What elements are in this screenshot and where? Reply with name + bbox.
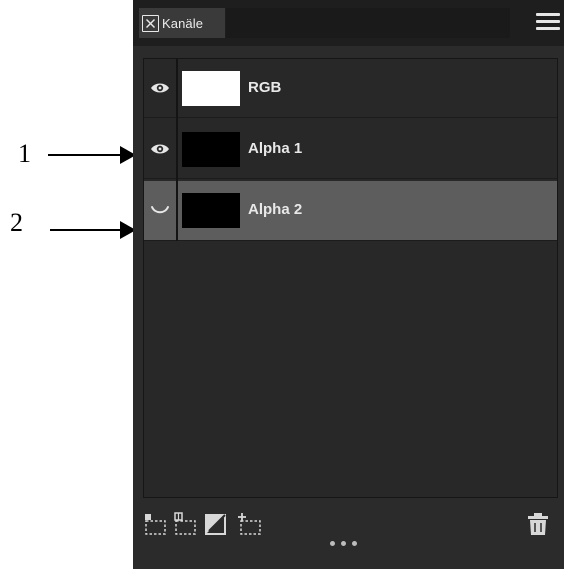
channel-label: RGB: [248, 79, 282, 96]
channel-list: RGB Alpha 1 Alpha 2: [143, 58, 558, 498]
channels-panel: Kanäle RGB Alpha 1 Alpha 2: [133, 0, 564, 569]
eye-icon[interactable]: [150, 81, 170, 95]
save-selection-as-channel-icon[interactable]: [173, 512, 199, 536]
load-channel-as-selection-icon[interactable]: [143, 512, 169, 536]
eye-closed-icon[interactable]: [150, 203, 170, 217]
channel-label: Alpha 2: [248, 201, 303, 218]
new-channel-icon[interactable]: [237, 512, 263, 536]
tab-kanaele[interactable]: Kanäle: [139, 8, 225, 38]
close-box-icon[interactable]: [142, 14, 159, 32]
channel-row-alpha-1[interactable]: Alpha 1: [144, 120, 557, 179]
channel-thumbnail: [182, 71, 240, 106]
channel-mixer-icon[interactable]: [203, 512, 229, 536]
visibility-column-divider: [176, 59, 178, 241]
tab-label: Kanäle: [162, 15, 204, 31]
callout-arrow-2: [50, 221, 136, 239]
panel-footer: [133, 500, 564, 569]
screenshot-stage: 1 2 Kanäle RGB Alpha 1 Alpha 2: [0, 0, 577, 569]
trash-icon[interactable]: [527, 512, 549, 536]
eye-icon[interactable]: [150, 142, 170, 156]
channel-row-rgb[interactable]: RGB: [144, 59, 557, 118]
panel-resize-handle[interactable]: [330, 541, 357, 546]
panel-tab-bar: Kanäle: [133, 0, 564, 46]
callout-number-1: 1: [18, 139, 31, 168]
hamburger-menu-icon[interactable]: [536, 12, 560, 32]
tab-bar-empty-area: [226, 8, 510, 38]
channel-row-alpha-2[interactable]: Alpha 2: [144, 181, 557, 241]
channel-label: Alpha 1: [248, 140, 303, 157]
callout-arrow-1: [48, 146, 136, 164]
channel-thumbnail: [182, 132, 240, 167]
callout-number-2: 2: [10, 208, 23, 237]
channel-thumbnail: [182, 193, 240, 228]
